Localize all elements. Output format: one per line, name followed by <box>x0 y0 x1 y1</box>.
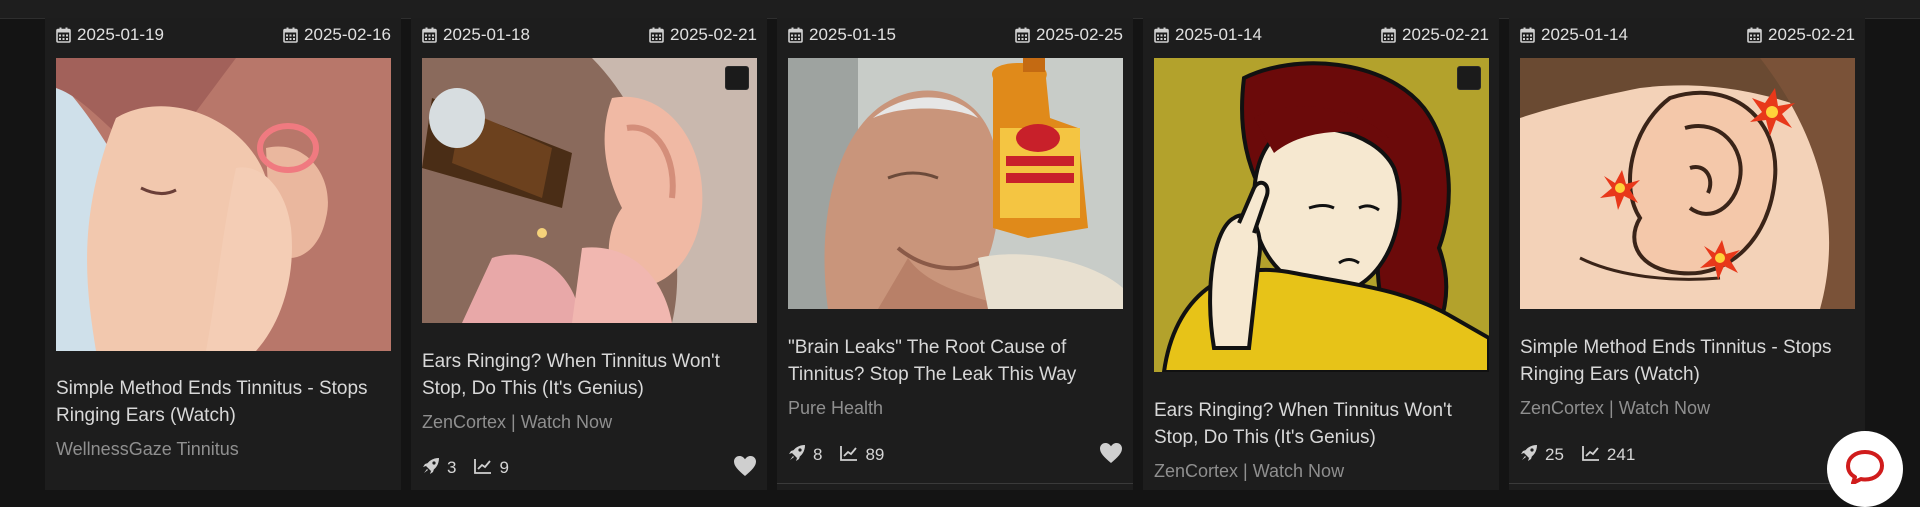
card-divider <box>1509 483 1865 484</box>
card-dates: 2025-01-14 2025-02-21 <box>1154 23 1489 47</box>
views-stat: 89 <box>840 445 884 466</box>
end-date-text: 2025-02-21 <box>1768 25 1855 44</box>
end-date-text: 2025-02-21 <box>1402 25 1489 44</box>
ad-card[interactable]: 2025-01-18 2025-02-21 Ears Ringing? When… <box>411 18 767 490</box>
end-date-text: 2025-02-25 <box>1036 25 1123 44</box>
end-date-text: 2025-02-16 <box>304 25 391 44</box>
ad-source: WellnessGaze Tinnitus <box>56 439 239 459</box>
select-checkbox[interactable] <box>725 66 749 90</box>
rocket-icon <box>1520 444 1538 467</box>
top-bar <box>0 0 1920 19</box>
rocket-icon <box>422 457 440 480</box>
ad-thumbnail[interactable] <box>788 58 1123 309</box>
start-date-text: 2025-01-15 <box>809 25 896 44</box>
rockets-count: 25 <box>1545 445 1564 464</box>
ad-title[interactable]: Ears Ringing? When Tinnitus Won't Stop, … <box>422 348 752 402</box>
select-checkbox[interactable] <box>1457 66 1481 90</box>
rockets-count: 3 <box>447 458 457 477</box>
end-date: 2025-02-21 <box>1747 25 1855 45</box>
ad-stats: 8 89 <box>788 442 1123 468</box>
ad-stats: 25 241 <box>1520 442 1855 468</box>
heart-icon[interactable] <box>733 455 757 482</box>
views-stat: 241 <box>1582 445 1635 466</box>
end-date: 2025-02-16 <box>283 25 391 45</box>
ad-source: ZenCortex | Watch Now <box>1154 461 1345 481</box>
card-dates: 2025-01-15 2025-02-25 <box>788 23 1123 47</box>
start-date: 2025-01-19 <box>56 25 164 45</box>
end-date: 2025-02-25 <box>1015 25 1123 45</box>
ad-source: ZenCortex | Watch Now <box>422 412 613 432</box>
calendar-icon <box>1015 27 1030 43</box>
start-date: 2025-01-14 <box>1154 25 1262 45</box>
ad-stats: 3 9 <box>422 455 757 481</box>
views-count: 241 <box>1606 445 1636 464</box>
calendar-icon <box>788 27 803 43</box>
rockets-stat: 3 <box>422 457 456 480</box>
calendar-icon <box>649 27 664 43</box>
ad-source: ZenCortex | Watch Now <box>1520 398 1711 418</box>
chat-bubble-icon <box>1846 449 1884 489</box>
start-date-text: 2025-01-18 <box>443 25 530 44</box>
start-date-text: 2025-01-19 <box>77 25 164 44</box>
start-date-text: 2025-01-14 <box>1541 25 1628 44</box>
start-date: 2025-01-14 <box>1520 25 1628 45</box>
ad-source: Pure Health <box>788 398 884 418</box>
card-divider <box>777 483 1133 484</box>
views-stat: 9 <box>474 458 509 479</box>
ad-title[interactable]: "Brain Leaks" The Root Cause of Tinnitus… <box>788 334 1118 388</box>
chat-widget-button[interactable] <box>1827 431 1903 507</box>
calendar-icon <box>56 27 71 43</box>
ad-card[interactable]: 2025-01-15 2025-02-25 "Brain Leaks" The … <box>777 18 1133 490</box>
ad-thumbnail[interactable] <box>1154 58 1489 372</box>
views-count: 89 <box>865 445 885 464</box>
end-date: 2025-02-21 <box>1381 25 1489 45</box>
ad-card[interactable]: 2025-01-14 2025-02-21 Simple Method Ends… <box>1509 18 1865 490</box>
calendar-icon <box>422 27 437 43</box>
ad-title[interactable]: Ears Ringing? When Tinnitus Won't Stop, … <box>1154 397 1484 451</box>
rockets-count: 8 <box>813 445 823 464</box>
chart-line-icon <box>840 445 858 466</box>
rockets-stat: 8 <box>788 444 822 467</box>
end-date-text: 2025-02-21 <box>670 25 757 44</box>
calendar-icon <box>1154 27 1169 43</box>
end-date: 2025-02-21 <box>649 25 757 45</box>
chart-line-icon <box>474 458 492 479</box>
ad-card[interactable]: 2025-01-19 2025-02-16 Simple Method Ends… <box>45 18 401 490</box>
chart-line-icon <box>1582 445 1600 466</box>
card-dates: 2025-01-19 2025-02-16 <box>56 23 391 47</box>
calendar-icon <box>1381 27 1396 43</box>
ad-thumbnail[interactable] <box>422 58 757 323</box>
views-count: 9 <box>499 458 509 477</box>
rockets-stat: 25 <box>1520 444 1564 467</box>
calendar-icon <box>1520 27 1535 43</box>
ad-thumbnail[interactable] <box>1520 58 1855 309</box>
card-dates: 2025-01-18 2025-02-21 <box>422 23 757 47</box>
start-date: 2025-01-15 <box>788 25 896 45</box>
calendar-icon <box>283 27 298 43</box>
ad-title[interactable]: Simple Method Ends Tinnitus - Stops Ring… <box>1520 334 1850 388</box>
ad-title[interactable]: Simple Method Ends Tinnitus - Stops Ring… <box>56 375 386 429</box>
start-date-text: 2025-01-14 <box>1175 25 1262 44</box>
ad-card-grid: 2025-01-19 2025-02-16 Simple Method Ends… <box>45 18 1865 490</box>
rocket-icon <box>788 444 806 467</box>
ad-thumbnail[interactable] <box>56 58 391 351</box>
start-date: 2025-01-18 <box>422 25 530 45</box>
calendar-icon <box>1747 27 1762 43</box>
ad-card[interactable]: 2025-01-14 2025-02-21 Ears Ringing? When… <box>1143 18 1499 490</box>
heart-icon[interactable] <box>1099 442 1123 469</box>
card-dates: 2025-01-14 2025-02-21 <box>1520 23 1855 47</box>
